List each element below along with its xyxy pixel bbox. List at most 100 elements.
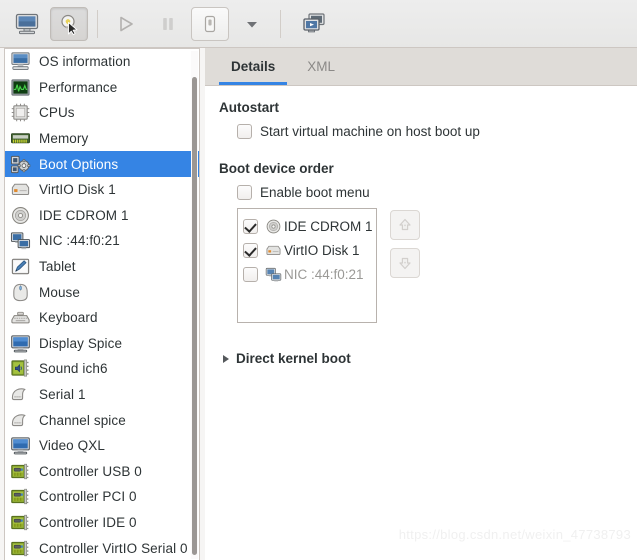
sidebar-item-sound-ich6[interactable]: Sound ich6 bbox=[5, 356, 199, 382]
console-view-button[interactable] bbox=[8, 7, 46, 41]
serial-port-icon bbox=[11, 388, 26, 401]
sidebar-item-virtio-disk-1[interactable]: VirtIO Disk 1 bbox=[5, 177, 199, 203]
sidebar-item-label: Tablet bbox=[39, 259, 76, 275]
hardware-list: OS information Performance CPUs Memory Boot … bbox=[5, 49, 199, 560]
boot-device-row[interactable]: IDE CDROM 1 bbox=[243, 214, 376, 238]
sidebar-item-boot-options[interactable]: Boot Options bbox=[5, 151, 199, 177]
display-icon bbox=[11, 437, 30, 455]
sidebar-item-controller-usb-0[interactable]: Controller USB 0 bbox=[5, 459, 199, 485]
boot-order-area: IDE CDROM 1 VirtIO Disk 1 NIC :44:f0:21 bbox=[237, 208, 621, 323]
controller-card-icon bbox=[11, 489, 29, 505]
keyboard-icon bbox=[11, 312, 30, 324]
autostart-checkbox-row[interactable]: Start virtual machine on host boot up bbox=[237, 124, 621, 139]
harddisk-icon bbox=[265, 242, 282, 259]
computer-icon bbox=[10, 51, 31, 72]
sidebar-item-controller-virtio-serial-0[interactable]: Controller VirtIO Serial 0 bbox=[5, 535, 199, 560]
autostart-checkbox-label: Start virtual machine on host boot up bbox=[260, 124, 480, 139]
mouse-icon bbox=[13, 283, 28, 301]
sidebar-item-label: NIC :44:f0:21 bbox=[39, 233, 120, 249]
sidebar-item-tablet[interactable]: Tablet bbox=[5, 254, 199, 280]
sidebar-item-mouse[interactable]: Mouse bbox=[5, 279, 199, 305]
performance-graph-icon bbox=[10, 77, 31, 98]
sidebar-item-display-spice[interactable]: Display Spice bbox=[5, 331, 199, 357]
tab-xml[interactable]: XML bbox=[291, 48, 351, 85]
tab-details-label: Details bbox=[231, 59, 276, 74]
cpu-chip-icon bbox=[10, 102, 31, 123]
sound-card-icon bbox=[11, 359, 29, 377]
snapshots-button[interactable] bbox=[296, 7, 334, 41]
boot-device-row[interactable]: NIC :44:f0:21 bbox=[243, 262, 376, 286]
move-device-up-button[interactable] bbox=[390, 210, 420, 240]
cdrom-icon bbox=[266, 219, 281, 233]
controller-card-icon bbox=[11, 540, 29, 556]
autostart-checkbox[interactable] bbox=[237, 124, 252, 139]
boot-device-checkbox[interactable] bbox=[243, 266, 258, 282]
enable-boot-menu-checkbox[interactable] bbox=[237, 185, 252, 200]
sidebar-item-label: Controller USB 0 bbox=[39, 463, 142, 479]
memory-ram-icon bbox=[10, 128, 31, 149]
boot-device-label: NIC :44:f0:21 bbox=[284, 266, 364, 282]
direct-kernel-boot-label: Direct kernel boot bbox=[236, 351, 351, 366]
computer-icon bbox=[11, 52, 30, 71]
sidebar-item-memory[interactable]: Memory bbox=[5, 126, 199, 152]
lightbulb-cursor-icon bbox=[61, 14, 78, 35]
tab-details[interactable]: Details bbox=[215, 48, 292, 85]
cpu-chip-icon bbox=[11, 104, 30, 122]
sidebar-item-os-information[interactable]: OS information bbox=[5, 49, 199, 75]
sidebar-item-serial-1[interactable]: Serial 1 bbox=[5, 382, 199, 408]
sidebar-item-label: Keyboard bbox=[39, 310, 98, 326]
sidebar-item-label: Video QXL bbox=[39, 438, 105, 454]
sidebar-item-channel-spice[interactable]: Channel spice bbox=[5, 407, 199, 433]
sidebar-item-label: Serial 1 bbox=[39, 387, 86, 403]
sidebar-item-performance[interactable]: Performance bbox=[5, 75, 199, 101]
sidebar-scrollbar-thumb[interactable] bbox=[192, 77, 197, 555]
display-icon bbox=[10, 435, 31, 456]
hardware-list-panel: OS information Performance CPUs Memory Boot … bbox=[4, 48, 200, 560]
run-button[interactable] bbox=[107, 7, 145, 41]
autostart-section-title: Autostart bbox=[219, 100, 279, 115]
sidebar-item-keyboard[interactable]: Keyboard bbox=[5, 305, 199, 331]
boot-order-section-title: Boot device order bbox=[219, 161, 334, 176]
network-icon bbox=[10, 232, 31, 250]
sidebar-scrollbar[interactable] bbox=[191, 51, 198, 559]
boot-device-checkbox[interactable] bbox=[243, 242, 258, 258]
up-arrow-icon bbox=[399, 218, 411, 231]
sidebar-item-video-qxl[interactable]: Video QXL bbox=[5, 433, 199, 459]
controller-card-icon bbox=[10, 461, 31, 482]
tablet-pen-icon bbox=[11, 258, 30, 275]
sidebar-item-cpus[interactable]: CPUs bbox=[5, 100, 199, 126]
down-arrow-icon bbox=[399, 257, 411, 270]
monitor-icon bbox=[15, 13, 39, 34]
sound-card-icon bbox=[10, 358, 31, 379]
pause-icon bbox=[163, 17, 173, 30]
shutdown-menu-button[interactable] bbox=[233, 7, 271, 41]
serial-port-icon bbox=[11, 413, 26, 426]
sidebar-item-nic-44-f0-21[interactable]: NIC :44:f0:21 bbox=[5, 228, 199, 254]
sidebar-item-controller-pci-0[interactable]: Controller PCI 0 bbox=[5, 484, 199, 510]
sidebar-item-label: Display Spice bbox=[39, 335, 123, 351]
sidebar-item-controller-ide-0[interactable]: Controller IDE 0 bbox=[5, 510, 199, 536]
pause-button[interactable] bbox=[149, 7, 187, 41]
boot-device-row[interactable]: VirtIO Disk 1 bbox=[243, 238, 376, 262]
controller-card-icon bbox=[10, 512, 31, 533]
boot-device-list[interactable]: IDE CDROM 1 VirtIO Disk 1 NIC :44:f0:21 bbox=[237, 208, 377, 323]
sidebar-item-label: Performance bbox=[39, 79, 118, 95]
details-view-button[interactable] bbox=[50, 6, 88, 41]
sidebar-item-ide-cdrom-1[interactable]: IDE CDROM 1 bbox=[5, 203, 199, 229]
details-panel: Details XML Autostart Start virtual mach… bbox=[205, 48, 637, 560]
shutdown-button[interactable] bbox=[191, 6, 229, 41]
boot-device-checkbox[interactable] bbox=[243, 218, 258, 234]
enable-boot-menu-row[interactable]: Enable boot menu bbox=[237, 185, 621, 200]
sidebar-item-label: IDE CDROM 1 bbox=[39, 207, 129, 223]
direct-kernel-boot-expander[interactable]: Direct kernel boot bbox=[223, 351, 621, 366]
sidebar-item-label: Memory bbox=[39, 131, 89, 147]
performance-graph-icon bbox=[11, 79, 30, 96]
network-icon bbox=[265, 266, 282, 283]
controller-card-icon bbox=[11, 463, 29, 479]
vm-details-window: OS information Performance CPUs Memory Boot … bbox=[0, 0, 637, 560]
move-device-down-button[interactable] bbox=[390, 248, 420, 278]
harddisk-icon bbox=[266, 245, 281, 255]
power-icon bbox=[204, 15, 216, 32]
boot-options-icon bbox=[10, 154, 31, 175]
